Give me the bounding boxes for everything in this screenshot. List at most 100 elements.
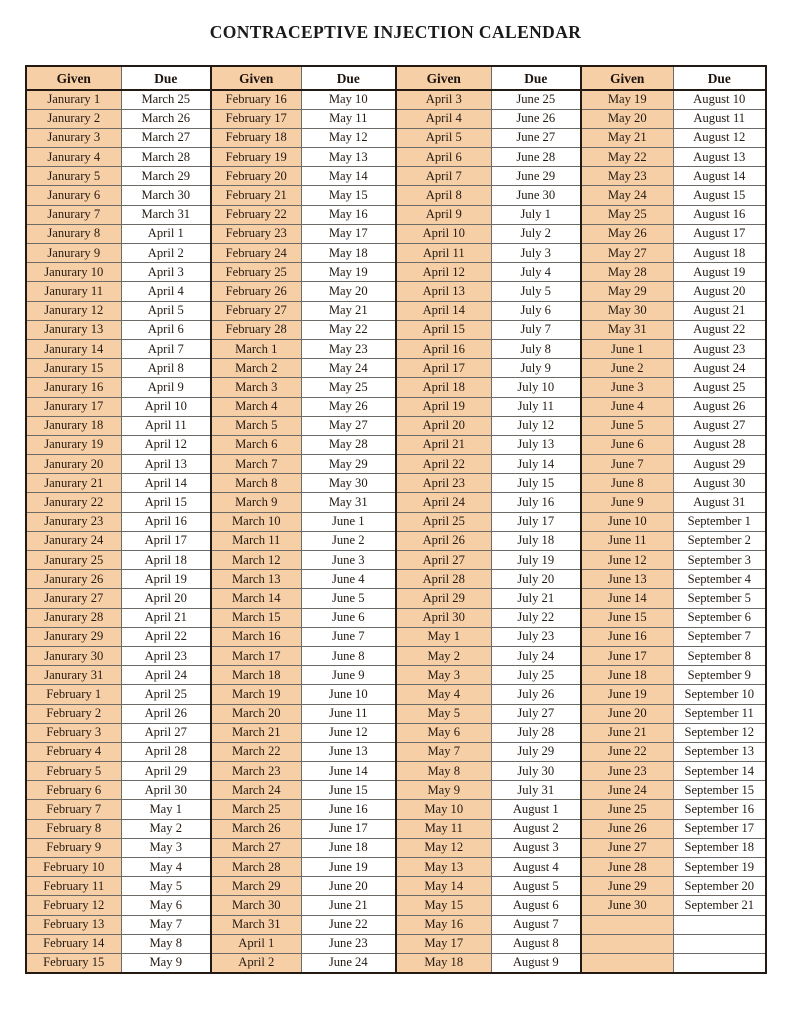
date-cell-due: May 28	[301, 435, 397, 456]
date-cell-given: Janurary 31	[26, 665, 122, 686]
date-cell-given: February 18	[211, 128, 302, 149]
date-cell-due: September 7	[673, 627, 766, 647]
table-row: February 8 May 2 March 26 June 17 May 11 Augu…	[26, 819, 766, 839]
date-cell-given: February 28	[211, 320, 302, 340]
date-cell-given: March 19	[211, 684, 302, 705]
date-cell-due: June 25	[491, 90, 582, 110]
date-cell-given: February 7	[26, 799, 122, 820]
date-cell-given: June 16	[581, 627, 674, 647]
date-cell-due: April 30	[121, 780, 212, 801]
date-cell-given: February 3	[26, 723, 122, 743]
date-cell-due: August 14	[673, 166, 766, 187]
date-cell-due: April 21	[121, 608, 212, 628]
date-cell-due: July 18	[491, 531, 582, 552]
date-cell-given: April 30	[396, 608, 492, 628]
table-row: Janurary 31 April 24 March 18 June 9 May 3 Ju…	[26, 665, 766, 686]
date-cell-due: April 28	[121, 742, 212, 763]
date-cell-given: March 28	[211, 857, 302, 878]
date-cell-due: July 10	[491, 377, 582, 398]
table-row: February 14 May 8 April 1 June 23 May 17 Augu…	[26, 934, 766, 954]
date-cell-given: June 24	[581, 780, 674, 801]
date-cell-given: May 3	[396, 665, 492, 686]
header-row: Given Due Given Due Given Due Given Due	[26, 66, 766, 91]
date-cell-given: May 29	[581, 281, 674, 302]
date-cell-given: February 25	[211, 262, 302, 283]
table-row: Janurary 13 April 6 February 28 May 22 April…	[26, 320, 766, 340]
table-row: February 5 April 29 March 23 June 14 May 8 Ju…	[26, 761, 766, 782]
date-cell-due: May 23	[301, 339, 397, 360]
date-cell-given: June 15	[581, 608, 674, 628]
table-row: Janurary 11 April 4 February 26 May 20 April…	[26, 281, 766, 302]
date-cell-due: May 14	[301, 166, 397, 187]
date-cell-due: September 21	[673, 895, 766, 916]
table-row: Janurary 27 April 20 March 14 June 5 April 2…	[26, 588, 766, 609]
date-cell-given: April 4	[396, 109, 492, 129]
column-header-given-4: Given	[581, 66, 674, 91]
table-row: February 9 May 3 March 27 June 18 May 12 Augu…	[26, 838, 766, 859]
date-cell-due: April 24	[121, 665, 212, 686]
date-cell-due: June 15	[301, 780, 397, 801]
date-cell-due: July 2	[491, 224, 582, 245]
date-cell-due: July 27	[491, 704, 582, 724]
date-cell-given: Janurary 28	[26, 608, 122, 628]
date-cell-due: August 27	[673, 416, 766, 436]
date-cell-due: August 19	[673, 262, 766, 283]
date-cell-given: June 2	[581, 358, 674, 379]
date-cell-due: August 18	[673, 243, 766, 264]
date-cell-given: March 10	[211, 512, 302, 532]
date-cell-due: May 31	[301, 492, 397, 513]
date-cell-due: September 4	[673, 569, 766, 590]
date-cell-due: June 10	[301, 684, 397, 705]
date-cell-due: August 9	[491, 953, 582, 973]
table-row: Janurary 17 April 10 March 4 May 26 April 19…	[26, 397, 766, 417]
date-cell-given: February 23	[211, 224, 302, 245]
date-cell-given: Janurary 25	[26, 550, 122, 571]
date-cell-given: April 20	[396, 416, 492, 436]
date-cell-due: April 12	[121, 435, 212, 456]
date-cell-due: June 27	[491, 128, 582, 149]
date-cell-due: July 23	[491, 627, 582, 647]
date-cell-given: June 25	[581, 799, 674, 820]
date-cell-due: May 8	[121, 934, 212, 954]
date-cell-given: Janurary 4	[26, 147, 122, 168]
date-cell-given: Janurary 2	[26, 109, 122, 129]
date-cell-due: July 13	[491, 435, 582, 456]
date-cell-given: June 3	[581, 377, 674, 398]
date-cell-given: April 13	[396, 281, 492, 302]
page-title: CONTRACEPTIVE INJECTION CALENDAR	[209, 22, 582, 42]
date-cell-given: June 22	[581, 742, 674, 763]
table-row: Janurary 29 April 22 March 16 June 7 May 1 Ju…	[26, 627, 766, 647]
page-root: CONTRACEPTIVE INJECTION CALENDAR Given Du…	[0, 0, 791, 1024]
date-cell-due: June 1	[301, 512, 397, 532]
date-cell-given: March 22	[211, 742, 302, 763]
date-cell-due: April 22	[121, 627, 212, 647]
date-cell-due: September 5	[673, 588, 766, 609]
date-cell-due: August 6	[491, 895, 582, 916]
date-cell-due: May 21	[301, 301, 397, 321]
date-cell-due: June 29	[491, 166, 582, 187]
date-cell-due: May 2	[121, 819, 212, 839]
date-cell-due: August 3	[491, 838, 582, 859]
date-cell-due: August 28	[673, 435, 766, 456]
table-row: Janurary 4 March 28 February 19 May 13 April…	[26, 147, 766, 168]
date-cell-due: April 4	[121, 281, 212, 302]
date-cell-due: July 26	[491, 684, 582, 705]
date-cell-due: April 18	[121, 550, 212, 571]
date-cell-due: May 16	[301, 205, 397, 225]
date-cell-given: June 19	[581, 684, 674, 705]
date-cell-given: Janurary 12	[26, 301, 122, 321]
date-cell-given: Janurary 3	[26, 128, 122, 149]
date-cell-due: April 8	[121, 358, 212, 379]
date-cell-due: July 31	[491, 780, 582, 801]
date-cell-given: March 27	[211, 838, 302, 859]
date-cell-given: February 20	[211, 166, 302, 187]
date-cell-due: April 10	[121, 397, 212, 417]
date-cell-given: April 24	[396, 492, 492, 513]
date-cell-due: August 30	[673, 473, 766, 494]
date-cell-given: May 10	[396, 799, 492, 820]
date-cell-due: May 15	[301, 185, 397, 206]
table-row: Janurary 6 March 30 February 21 May 15 April…	[26, 185, 766, 206]
date-cell-due: April 11	[121, 416, 212, 436]
date-cell-given: March 9	[211, 492, 302, 513]
date-cell-given: February 26	[211, 281, 302, 302]
